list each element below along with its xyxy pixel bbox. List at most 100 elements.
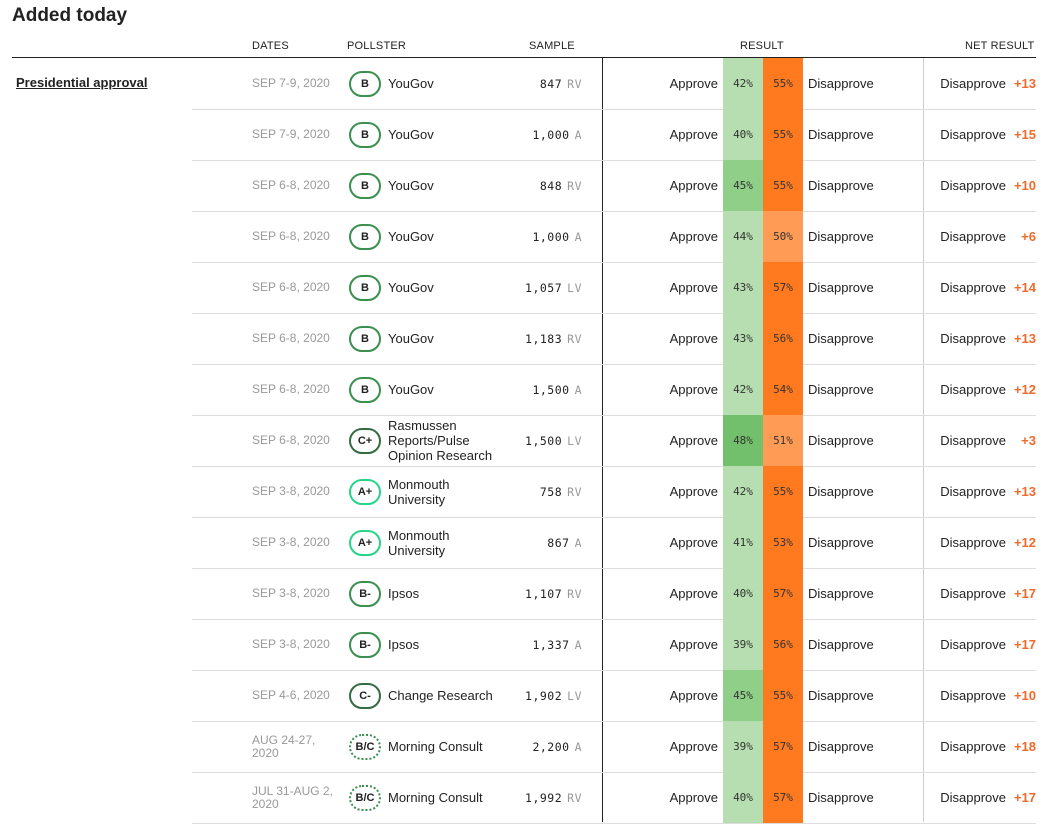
table-row[interactable]: SEP 3-8, 2020 B- Ipsos 1,107 RV Approve 40% 57%… bbox=[192, 568, 1036, 620]
pollster-grade-badge[interactable]: B bbox=[347, 313, 383, 364]
net-result-label: Disapprove bbox=[940, 586, 1006, 601]
poll-dates: SEP 3-8, 2020 bbox=[252, 535, 330, 549]
pollster-grade-badge[interactable]: B bbox=[347, 211, 383, 262]
pollster-grade-badge[interactable]: C- bbox=[347, 670, 383, 721]
poll-dates: SEP 6-8, 2020 bbox=[252, 331, 330, 345]
disapprove-percent: 55% bbox=[763, 109, 803, 160]
disapprove-percent: 56% bbox=[763, 313, 803, 364]
net-result-label: Disapprove bbox=[940, 382, 1006, 397]
approve-label: Approve bbox=[669, 637, 718, 652]
grade-label: B bbox=[349, 121, 381, 148]
approve-percent: 43% bbox=[723, 313, 763, 364]
table-row[interactable]: AUG 24-27, 2020 B/C Morning Consult 2,200 A A… bbox=[192, 721, 1036, 773]
pollster-grade-badge[interactable]: B- bbox=[347, 568, 383, 619]
disapprove-percent: 50% bbox=[763, 211, 803, 262]
approve-percent: 40% bbox=[723, 568, 763, 619]
pollster-name[interactable]: YouGov bbox=[388, 109, 508, 160]
table-row[interactable]: SEP 7-9, 2020 B YouGov 847 RV Approve 42% 55% Di… bbox=[192, 58, 1036, 110]
disapprove-percent: 55% bbox=[763, 58, 803, 109]
pollster-grade-badge[interactable]: B/C bbox=[347, 721, 383, 772]
table-row[interactable]: SEP 6-8, 2020 B YouGov 1,183 RV Approve 43% 56%… bbox=[192, 313, 1036, 365]
approve-label: Approve bbox=[669, 178, 718, 193]
disapprove-label: Disapprove bbox=[808, 280, 874, 295]
grade-label: B- bbox=[349, 580, 381, 607]
sample-size: 1,337 A bbox=[497, 619, 582, 670]
sample-population: LV bbox=[567, 688, 582, 703]
pollster-grade-badge[interactable]: C+ bbox=[347, 415, 383, 466]
disapprove-label: Disapprove bbox=[808, 484, 874, 499]
sample-size: 1,107 RV bbox=[497, 568, 582, 619]
section-link-presidential-approval[interactable]: Presidential approval bbox=[16, 75, 148, 90]
net-result-label: Disapprove bbox=[940, 76, 1006, 91]
sample-size: 1,902 LV bbox=[497, 670, 582, 721]
pollster-name[interactable]: YouGov bbox=[388, 262, 508, 313]
column-header-result: RESULT bbox=[740, 40, 784, 52]
sample-count: 1,107 bbox=[525, 586, 563, 601]
pollster-name[interactable]: YouGov bbox=[388, 364, 508, 415]
net-result-value: +18 bbox=[1013, 739, 1036, 754]
table-row[interactable]: SEP 7-9, 2020 B YouGov 1,000 A Approve 40% 55% D… bbox=[192, 109, 1036, 161]
net-result-label: Disapprove bbox=[940, 331, 1006, 346]
approve-percent: 42% bbox=[723, 58, 763, 109]
approve-label: Approve bbox=[669, 433, 718, 448]
disapprove-label: Disapprove bbox=[808, 76, 874, 91]
pollster-name[interactable]: YouGov bbox=[388, 160, 508, 211]
pollster-grade-badge[interactable]: A+ bbox=[347, 517, 383, 568]
net-result-value: +17 bbox=[1013, 586, 1036, 601]
pollster-grade-badge[interactable]: B bbox=[347, 58, 383, 109]
pollster-grade-badge[interactable]: B bbox=[347, 364, 383, 415]
pollster-name[interactable]: Morning Consult bbox=[388, 721, 508, 772]
table-row[interactable]: SEP 3-8, 2020 A+ Monmouth University 758 RV A… bbox=[192, 466, 1036, 518]
sample-population: RV bbox=[567, 178, 582, 193]
grade-label: B bbox=[349, 223, 381, 250]
sample-size: 2,200 A bbox=[497, 721, 582, 772]
column-header-sample: SAMPLE bbox=[529, 40, 575, 52]
grade-label: C- bbox=[349, 682, 381, 709]
grade-label: B/C bbox=[349, 784, 381, 811]
net-result-value: +13 bbox=[1013, 484, 1036, 499]
table-row[interactable]: JUL 31-AUG 2, 2020 B/C Morning Consult 1,99… bbox=[192, 772, 1036, 824]
net-result-label: Disapprove bbox=[940, 637, 1006, 652]
approve-percent: 40% bbox=[723, 109, 763, 160]
approve-label: Approve bbox=[669, 280, 718, 295]
table-row[interactable]: SEP 3-8, 2020 A+ Monmouth University 867 A Ap… bbox=[192, 517, 1036, 569]
pollster-grade-badge[interactable]: B bbox=[347, 109, 383, 160]
table-row[interactable]: SEP 6-8, 2020 C+ Rasmussen Reports/Pulse O… bbox=[192, 415, 1036, 467]
pollster-grade-badge[interactable]: B bbox=[347, 160, 383, 211]
table-row[interactable]: SEP 6-8, 2020 B YouGov 1,057 LV Approve 43% 57%… bbox=[192, 262, 1036, 314]
approve-percent: 44% bbox=[723, 211, 763, 262]
pollster-name[interactable]: Morning Consult bbox=[388, 772, 508, 823]
pollster-name[interactable]: Ipsos bbox=[388, 568, 508, 619]
sample-size: 1,500 LV bbox=[497, 415, 582, 466]
pollster-name[interactable]: Monmouth University bbox=[388, 466, 508, 517]
table-row[interactable]: SEP 6-8, 2020 B YouGov 848 RV Approve 45% 55% Di… bbox=[192, 160, 1036, 212]
pollster-name[interactable]: YouGov bbox=[388, 211, 508, 262]
pollster-name[interactable]: Ipsos bbox=[388, 619, 508, 670]
table-row[interactable]: SEP 3-8, 2020 B- Ipsos 1,337 A Approve 39% 56% D… bbox=[192, 619, 1036, 671]
table-row[interactable]: SEP 6-8, 2020 B YouGov 1,500 A Approve 42% 54% D… bbox=[192, 364, 1036, 416]
pollster-grade-badge[interactable]: A+ bbox=[347, 466, 383, 517]
pollster-name[interactable]: Change Research bbox=[388, 670, 508, 721]
approve-label: Approve bbox=[669, 229, 718, 244]
table-row[interactable]: SEP 4-6, 2020 C- Change Research 1,902 LV App… bbox=[192, 670, 1036, 722]
pollster-grade-badge[interactable]: B- bbox=[347, 619, 383, 670]
pollster-name[interactable]: YouGov bbox=[388, 58, 508, 109]
sample-count: 1,057 bbox=[525, 280, 563, 295]
pollster-name[interactable]: Rasmussen Reports/Pulse Opinion Research bbox=[388, 415, 508, 466]
pollster-name[interactable]: Monmouth University bbox=[388, 517, 508, 568]
table-row[interactable]: SEP 6-8, 2020 B YouGov 1,000 A Approve 44% 50% D… bbox=[192, 211, 1036, 263]
disapprove-label: Disapprove bbox=[808, 586, 874, 601]
net-result-value: +15 bbox=[1013, 127, 1036, 142]
pollster-name[interactable]: YouGov bbox=[388, 313, 508, 364]
sample-population: A bbox=[574, 637, 582, 652]
page-title: Added today bbox=[12, 5, 128, 26]
sample-population: A bbox=[574, 535, 582, 550]
pollster-grade-badge[interactable]: B bbox=[347, 262, 383, 313]
grade-label: C+ bbox=[349, 427, 381, 454]
pollster-grade-badge[interactable]: B/C bbox=[347, 772, 383, 823]
sample-size: 1,183 RV bbox=[497, 313, 582, 364]
column-header-pollster: POLLSTER bbox=[347, 40, 407, 52]
disapprove-percent: 56% bbox=[763, 619, 803, 670]
sample-count: 1,337 bbox=[532, 637, 570, 652]
grade-label: B bbox=[349, 274, 381, 301]
